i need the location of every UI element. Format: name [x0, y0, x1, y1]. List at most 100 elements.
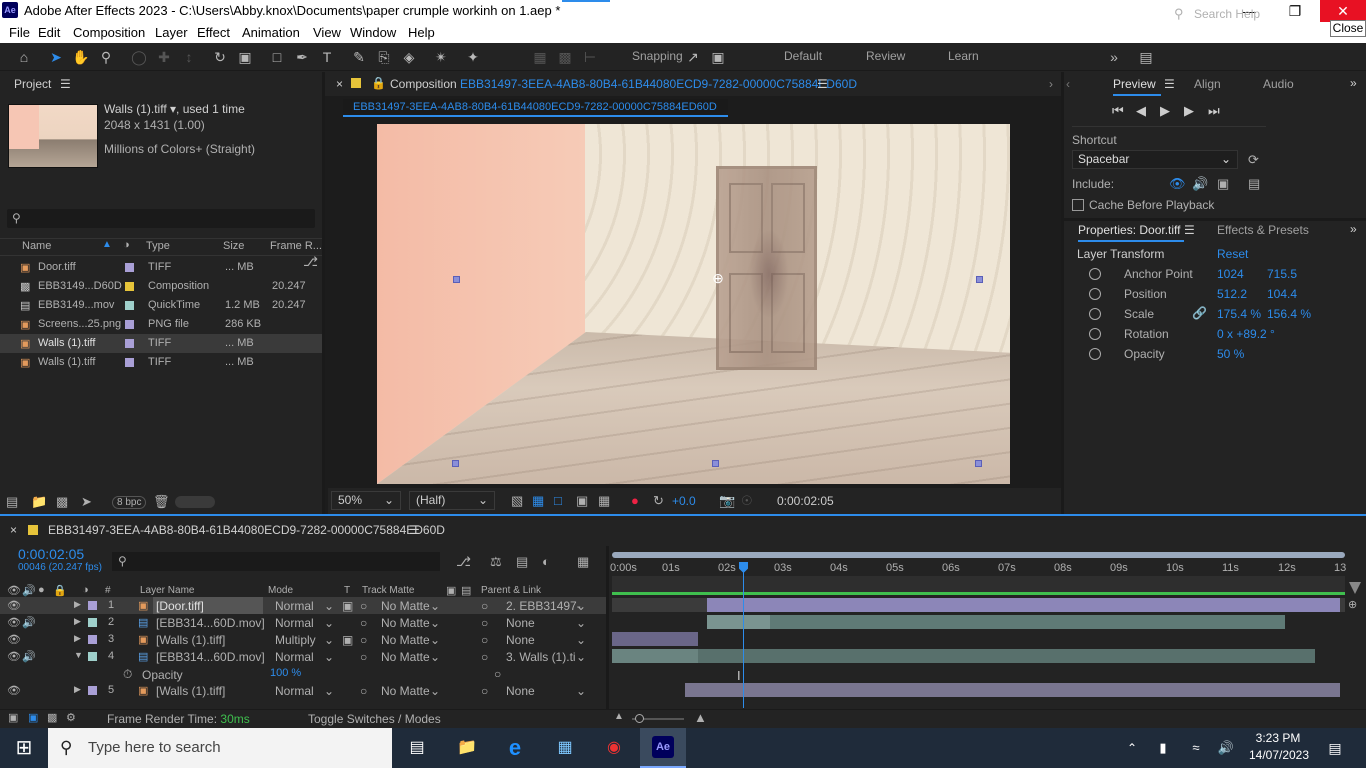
pickwhip-icon[interactable]: ○ [481, 599, 488, 613]
col-size[interactable]: Size [223, 240, 244, 252]
comp-timecode[interactable]: 0:00:02:05 [777, 494, 834, 508]
parent-link[interactable]: None [506, 684, 535, 698]
opacity-value[interactable]: 50 % [1217, 347, 1244, 361]
menu-layer[interactable]: Layer [155, 25, 188, 40]
project-tab[interactable]: Project [14, 77, 51, 91]
collapse-arrow-icon[interactable]: ▼ [74, 650, 83, 660]
include-overlays-icon[interactable]: ▣ [1217, 176, 1229, 192]
visibility-eye-icon[interactable]: 👁 [7, 616, 21, 629]
track-matte[interactable]: No Matte [381, 684, 430, 698]
clone-stamp-icon[interactable]: ⎘ [374, 47, 394, 67]
composition-name[interactable]: EBB31497-3EEA-4AB8-80B4-61B44080ECD9-728… [460, 77, 857, 91]
new-composition-icon[interactable]: ▩ [56, 494, 68, 510]
layer-mode[interactable]: Normal [275, 616, 314, 630]
pickwhip-icon[interactable]: ○ [481, 616, 488, 630]
matte-link-icon[interactable]: ○ [360, 684, 367, 698]
pickwhip-icon[interactable]: ○ [481, 633, 488, 647]
layer-mode[interactable]: Normal [275, 684, 314, 698]
layer-duration-bar[interactable] [707, 615, 1285, 629]
layer-name[interactable]: [EBB314...60D.mov] [156, 650, 265, 664]
layer-duration-bar[interactable] [612, 649, 1315, 663]
transform-handle[interactable] [452, 460, 459, 467]
visibility-eye-icon[interactable]: 👁 [7, 633, 21, 646]
volume-icon[interactable]: 🔊 [1211, 734, 1241, 762]
workspace-review[interactable]: Review [866, 49, 905, 63]
preserve-transparency-icon[interactable]: ▣ [342, 633, 353, 647]
transparency-grid-icon[interactable]: ▦ [532, 493, 544, 509]
list-item[interactable]: ▣ Screens...25.png PNG file 286 KB [0, 315, 322, 334]
first-frame-icon[interactable]: ⏮ [1112, 103, 1124, 119]
pan-camera-icon[interactable]: ✚ [154, 47, 174, 67]
parent-link[interactable]: None [506, 633, 535, 647]
workspace-learn[interactable]: Learn [948, 49, 979, 63]
stopwatch-icon[interactable] [1089, 328, 1101, 340]
bpc-button[interactable]: 8 bpc [112, 496, 147, 509]
preserve-transparency-icon[interactable]: ▣ [342, 599, 353, 613]
link-constrain-icon[interactable]: 🔗 [1192, 306, 1207, 320]
tab-properties[interactable]: Properties: Door.tiff [1078, 223, 1181, 237]
menu-effect[interactable]: Effect [197, 25, 230, 40]
menu-composition[interactable]: Composition [73, 25, 145, 40]
reset-exposure-icon[interactable]: ↻ [653, 493, 664, 509]
properties-menu-icon[interactable]: ☰ [1184, 223, 1195, 237]
motion-blur-icon[interactable]: ◐ [542, 554, 550, 569]
battery-icon[interactable]: ▮ [1148, 734, 1178, 762]
label-swatch[interactable] [88, 652, 97, 661]
include-audio-icon[interactable]: 🔊 [1192, 176, 1208, 192]
home-icon[interactable]: ⌂ [14, 47, 34, 67]
toggle-switches-modes[interactable]: Toggle Switches / Modes [308, 712, 441, 726]
col-t[interactable]: T [344, 585, 350, 596]
comp-breadcrumb[interactable]: EBB31497-3EEA-4AB8-80B4-61B44080ECD9-728… [343, 99, 728, 117]
pen-tool-icon[interactable]: ✒ [292, 47, 312, 67]
track-matte[interactable]: No Matte [381, 633, 430, 647]
label-swatch[interactable] [88, 601, 97, 610]
interpret-footage-icon[interactable]: ▤ [6, 494, 18, 510]
snapshot-camera-icon[interactable]: 📷 [719, 493, 735, 509]
menu-animation[interactable]: Animation [242, 25, 300, 40]
col-mode[interactable]: Mode [268, 585, 293, 596]
workspace-default[interactable]: Default [784, 49, 822, 63]
layer-duration-bar[interactable] [685, 683, 1340, 697]
anchor-x-value[interactable]: 1024 [1217, 267, 1244, 281]
hand-tool-icon[interactable]: ✋ [71, 47, 91, 67]
layer-mode[interactable]: Multiply [275, 633, 316, 647]
expand-arrow-icon[interactable]: ▶ [74, 684, 81, 695]
frame-blending-icon[interactable]: ▤ [516, 554, 528, 570]
timeline-timecode[interactable]: 0:00:02:05 [18, 546, 84, 562]
list-item[interactable]: ▣ Walls (1).tiff TIFF ... MB [0, 353, 322, 372]
expand-panel-icon[interactable]: » [1350, 76, 1357, 90]
expand-panel-icon[interactable]: » [1350, 222, 1357, 236]
taskbar-active-app[interactable]: Ae [640, 728, 686, 768]
menu-window[interactable]: Window [350, 25, 396, 40]
work-area-bar[interactable] [612, 552, 1345, 558]
zoom-out-icon[interactable]: ▲ [614, 711, 624, 722]
menu-view[interactable]: View [313, 25, 341, 40]
position-x-value[interactable]: 512.2 [1217, 287, 1247, 301]
workspace-menu-icon[interactable]: ▤ [1136, 47, 1156, 67]
label-swatch[interactable] [88, 618, 97, 627]
matte-link-icon[interactable]: ○ [360, 633, 367, 647]
transform-handle[interactable] [976, 276, 983, 283]
in-out-icon[interactable]: ▩ [47, 711, 57, 724]
layer-mode[interactable]: Normal [275, 599, 314, 613]
label-swatch[interactable] [125, 339, 134, 348]
cache-checkbox[interactable] [1072, 199, 1084, 211]
preview-menu-icon[interactable]: ☰ [1164, 77, 1175, 91]
list-item-selected[interactable]: ▣ Walls (1).tiff TIFF ... MB [0, 334, 322, 353]
tab-align[interactable]: Align [1194, 77, 1221, 91]
thumbnail-slider[interactable] [175, 496, 215, 508]
expand-arrow-icon[interactable]: ▶ [74, 599, 81, 610]
col-parent-link[interactable]: Parent & Link [481, 585, 541, 596]
visibility-eye-icon[interactable]: 👁 [7, 650, 21, 663]
tab-audio[interactable]: Audio [1263, 77, 1294, 91]
type-tool-icon[interactable]: T [317, 47, 337, 67]
anchor-tool-icon[interactable]: ▣ [235, 47, 255, 67]
visibility-eye-icon[interactable]: 👁 [7, 599, 21, 612]
composition-viewer[interactable]: ⊕ [377, 124, 1010, 484]
timeline-side-icon[interactable]: ⊕ [1348, 598, 1357, 611]
include-video-icon[interactable]: 👁 [1169, 176, 1186, 192]
close-tab-icon[interactable]: × [336, 77, 343, 91]
layer-name[interactable]: [Door.tiff] [156, 599, 204, 613]
list-item[interactable]: ▩ EBB3149...D60D Composition 20.247 [0, 277, 322, 296]
chevron-up-icon[interactable]: ⌃ [1117, 734, 1147, 762]
